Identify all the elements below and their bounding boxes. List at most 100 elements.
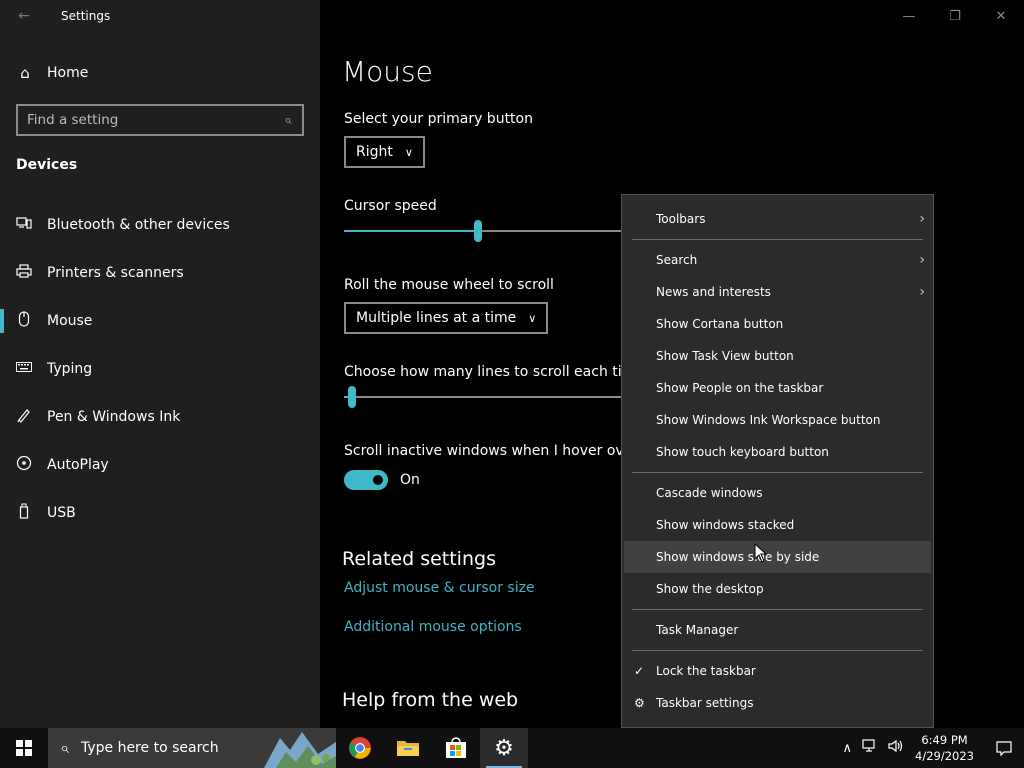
settings-search[interactable]: ⌕ [16,104,304,136]
sidebar-item-label: Bluetooth & other devices [47,217,230,233]
minimize-button[interactable]: — [886,0,932,32]
sidebar-item-typing[interactable]: Typing [0,345,320,393]
additional-mouse-options-link[interactable]: Additional mouse options [344,619,522,635]
notification-center-button[interactable] [984,728,1024,768]
mouse-icon [15,311,33,331]
back-button[interactable]: ← [0,0,48,32]
taskbar-clock[interactable]: 6:49 PM 4/29/2023 [915,732,974,764]
menu-item-label: Cascade windows [656,486,763,500]
menu-separator [632,609,923,610]
primary-button-dropdown[interactable]: Right ∨ [344,136,425,168]
inactive-scroll-toggle[interactable] [344,470,388,490]
system-tray: ∧ 6:49 PM 4/29/2023 [838,728,1024,768]
menu-item-lock-taskbar[interactable]: ✓ Lock the taskbar [622,655,933,687]
menu-item-label: Toolbars [656,212,706,226]
toggle-state: On [400,472,420,488]
settings-sidebar: ← Settings ⌂ Home ⌕ Devices Bluetooth & … [0,0,320,728]
help-heading: Help from the web [342,689,519,711]
menu-item-touch-keyboard[interactable]: Show touch keyboard button [622,436,933,468]
taskbar-settings[interactable]: ⚙ [480,728,528,768]
menu-separator [632,239,923,240]
home-label: Home [47,65,89,81]
home-icon: ⌂ [20,64,30,82]
sidebar-item-label: Pen & Windows Ink [47,409,181,425]
pen-icon [15,407,33,427]
chevron-right-icon: › [919,284,925,300]
settings-search-input[interactable] [18,112,274,128]
slider-fill [344,230,478,232]
chevron-down-icon: ∨ [404,145,413,159]
menu-item-toolbars[interactable]: Toolbars › [622,203,933,235]
start-button[interactable] [0,728,48,768]
menu-item-stacked[interactable]: Show windows stacked [622,509,933,541]
search-highlight-art-icon [256,728,336,768]
sidebar-item-pen[interactable]: Pen & Windows Ink [0,393,320,441]
cursor-speed-label: Cursor speed [344,198,437,214]
chevron-up-icon[interactable]: ∧ [843,741,853,756]
slider-thumb[interactable] [348,386,356,408]
bluetooth-devices-icon [15,216,33,234]
menu-item-label: Search [656,253,698,267]
slider-thumb[interactable] [474,220,482,242]
menu-item-task-manager[interactable]: Task Manager [622,614,933,646]
file-explorer-icon [397,741,419,756]
title-bar: ← Settings [0,0,320,32]
close-button[interactable]: ✕ [978,0,1024,32]
sidebar-item-bluetooth[interactable]: Bluetooth & other devices [0,201,320,249]
checkmark-icon: ✓ [634,664,645,678]
sidebar-home[interactable]: ⌂ Home [0,57,320,89]
search-icon[interactable]: ⌕ [274,113,302,128]
settings-icon: ⚙ [494,735,514,761]
notification-icon [996,741,1012,756]
menu-item-label: Taskbar settings [656,696,754,710]
menu-item-taskview[interactable]: Show Task View button [622,340,933,372]
clock-date: 4/29/2023 [915,749,974,763]
back-arrow-icon: ← [18,8,30,24]
sidebar-item-label: Mouse [47,313,93,329]
cursor-speed-slider[interactable] [344,219,624,243]
menu-item-news[interactable]: News and interests › [622,276,933,308]
taskbar-file-explorer[interactable] [384,728,432,768]
dropdown-value: Multiple lines at a time [356,310,517,326]
volume-icon[interactable] [888,739,904,757]
sidebar-item-label: USB [47,505,76,521]
app-title: Settings [61,9,111,23]
menu-item-side-by-side[interactable]: Show windows side by side [624,541,931,573]
menu-item-people[interactable]: Show People on the taskbar [622,372,933,404]
taskbar-search-box[interactable]: ⌕ Type here to search [48,728,336,768]
menu-item-label: News and interests [656,285,771,299]
dropdown-value: Right [356,144,393,160]
restore-button[interactable]: ❐ [932,0,978,32]
keyboard-icon [15,361,33,377]
menu-item-cascade[interactable]: Cascade windows [622,477,933,509]
sidebar-item-usb[interactable]: USB [0,489,320,537]
chevron-right-icon: › [919,252,925,268]
adjust-cursor-size-link[interactable]: Adjust mouse & cursor size [344,580,535,596]
scroll-lines-slider[interactable] [344,385,624,409]
menu-item-label: Lock the taskbar [656,664,756,678]
network-icon[interactable] [862,739,878,757]
menu-item-label: Show the desktop [656,582,764,596]
menu-item-label: Show windows stacked [656,518,795,532]
menu-item-label: Task Manager [656,623,739,637]
sidebar-item-label: Typing [47,361,93,377]
menu-item-taskbar-settings[interactable]: ⚙ Taskbar settings [622,687,933,719]
taskbar-chrome[interactable] [336,728,384,768]
chevron-down-icon: ∨ [528,311,537,325]
minimize-icon: — [902,8,916,24]
chrome-icon [349,737,371,759]
menu-item-ink[interactable]: Show Windows Ink Workspace button [622,404,933,436]
taskbar-store[interactable] [432,728,480,768]
menu-item-cortana[interactable]: Show Cortana button [622,308,933,340]
sidebar-item-autoplay[interactable]: AutoPlay [0,441,320,489]
printer-icon [15,264,33,282]
taskbar-search-placeholder: Type here to search [80,740,219,756]
usb-icon [15,503,33,523]
menu-item-show-desktop[interactable]: Show the desktop [622,573,933,605]
sidebar-item-mouse[interactable]: Mouse [0,297,320,345]
sidebar-item-printers[interactable]: Printers & scanners [0,249,320,297]
search-icon: ⌕ [60,738,69,757]
menu-item-search[interactable]: Search › [622,244,933,276]
page-title: Mouse [342,55,433,88]
scroll-mode-dropdown[interactable]: Multiple lines at a time ∨ [344,302,549,334]
